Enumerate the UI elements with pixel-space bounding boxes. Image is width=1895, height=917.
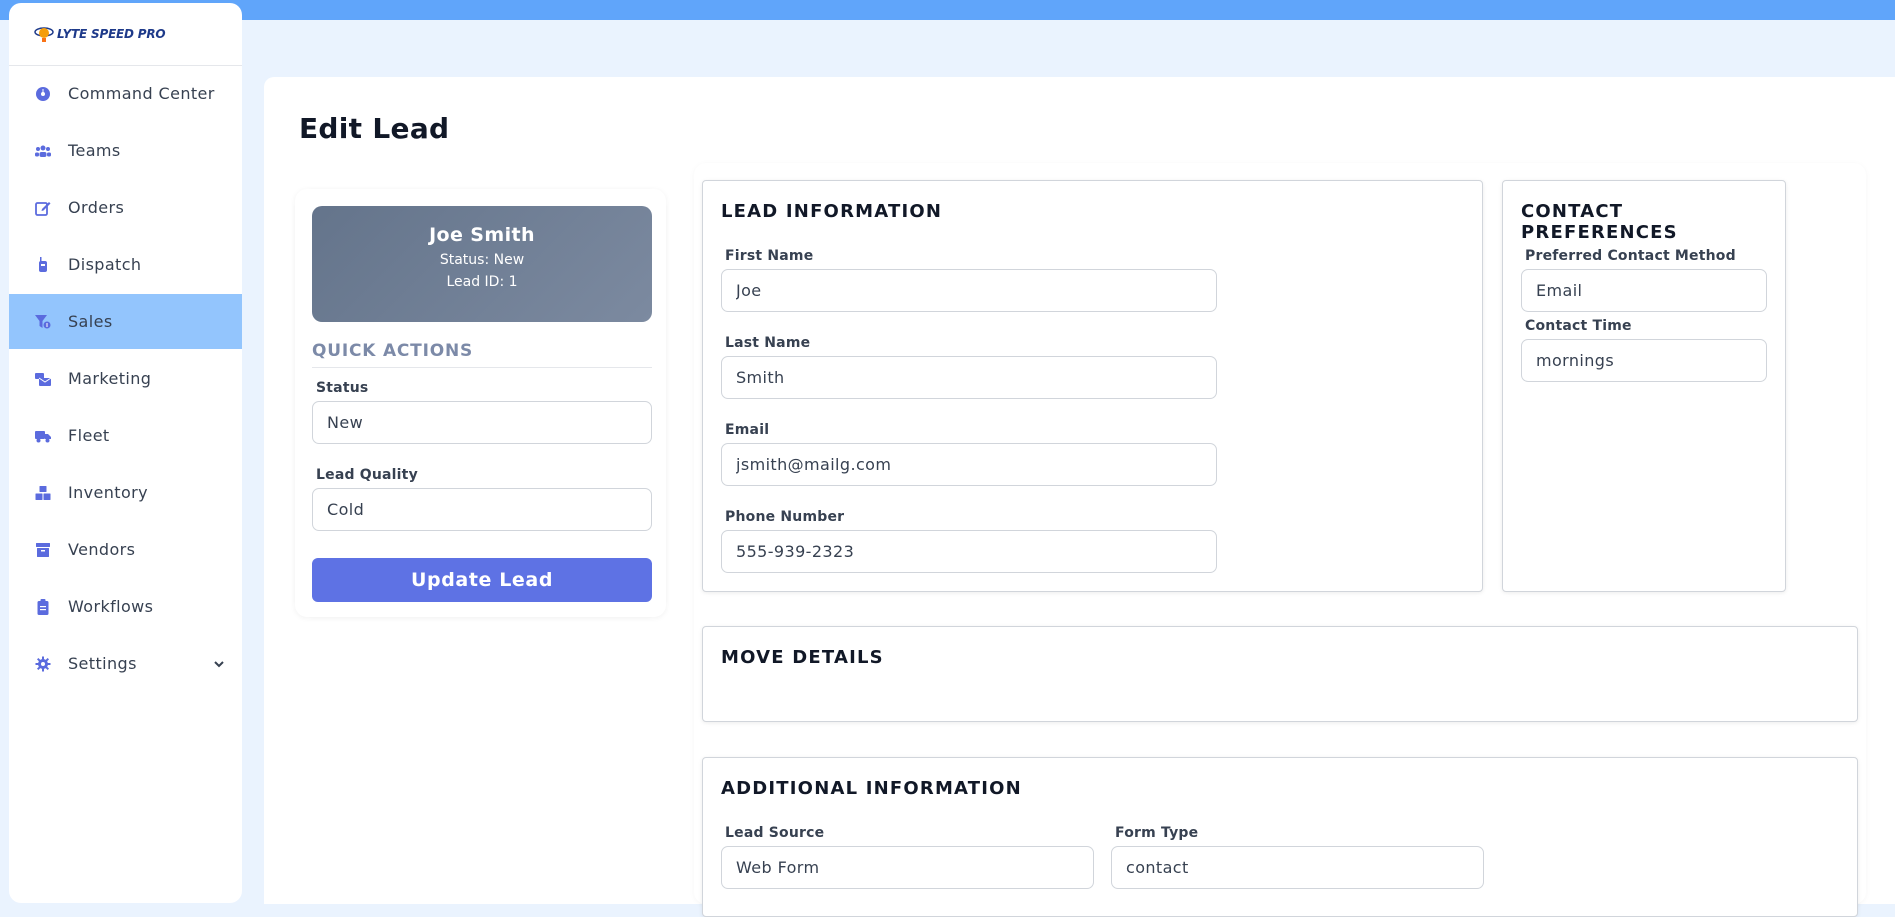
first-name-group: First Name (721, 248, 1217, 312)
contact-preferences-title: CONTACT PREFERENCES (1521, 201, 1678, 243)
last-name-field[interactable] (721, 356, 1217, 399)
lead-quality-label: Lead Quality (316, 467, 418, 483)
contact-method-label: Preferred Contact Method (1525, 248, 1736, 264)
contact-method-group: Preferred Contact Method (1521, 248, 1767, 312)
form-type-group: Form Type (1111, 825, 1484, 889)
lead-id-line: Lead ID: 1 (446, 274, 518, 290)
truck-icon (34, 427, 52, 445)
lead-status-line: Status: New (439, 252, 525, 268)
sidebar: LYTE SPEED PRO Command Center Teams Orde… (9, 3, 242, 903)
sidebar-item-label: Workflows (68, 597, 154, 616)
brand-name: LYTE SPEED PRO (57, 27, 166, 41)
email-label: Email (725, 422, 770, 438)
first-name-label: First Name (725, 248, 814, 264)
sidebar-item-fleet[interactable]: Fleet (9, 408, 242, 463)
move-details-section: MOVE DETAILS (702, 626, 1858, 722)
status-field[interactable] (312, 401, 652, 444)
phone-field[interactable] (721, 530, 1217, 573)
gear-icon (34, 655, 52, 673)
sidebar-nav: Command Center Teams Orders Dispatch Sal… (9, 66, 242, 691)
sidebar-item-command-center[interactable]: Command Center (9, 66, 242, 121)
quick-actions-title: QUICK ACTIONS (312, 341, 652, 368)
sidebar-item-label: Dispatch (68, 255, 142, 274)
boxes-icon (34, 484, 52, 502)
sidebar-item-settings[interactable]: Settings (9, 636, 242, 691)
contact-time-field[interactable] (1521, 339, 1767, 382)
users-icon (34, 142, 52, 160)
lead-information-title: LEAD INFORMATION (721, 201, 943, 222)
last-name-group: Last Name (721, 335, 1217, 399)
lead-information-section: LEAD INFORMATION First Name Last Name Em… (702, 180, 1483, 592)
mail-bulk-icon (34, 370, 52, 388)
move-details-title: MOVE DETAILS (721, 647, 884, 668)
lead-quality-field-group: Lead Quality (312, 467, 652, 531)
additional-information-section: ADDITIONAL INFORMATION Lead Source Form … (702, 757, 1858, 917)
status-field-group: Status (312, 380, 652, 444)
sidebar-item-teams[interactable]: Teams (9, 123, 242, 178)
walkie-talkie-icon (34, 256, 52, 274)
sidebar-item-dispatch[interactable]: Dispatch (9, 237, 242, 292)
lead-quality-field[interactable] (312, 488, 652, 531)
sidebar-item-label: Vendors (68, 540, 136, 559)
lead-source-group: Lead Source (721, 825, 1094, 889)
logo-area: LYTE SPEED PRO (9, 3, 242, 66)
sidebar-item-label: Settings (68, 654, 137, 673)
phone-group: Phone Number (721, 509, 1217, 573)
contact-time-group: Contact Time (1521, 318, 1767, 382)
brand-logo[interactable]: LYTE SPEED PRO (33, 23, 166, 45)
sidebar-item-label: Inventory (68, 483, 149, 502)
sidebar-item-sales[interactable]: Sales (9, 294, 242, 349)
sidebar-item-workflows[interactable]: Workflows (9, 579, 242, 634)
lead-name: Joe Smith (429, 224, 535, 246)
last-name-label: Last Name (725, 335, 811, 351)
lead-summary-panel: Joe Smith Status: New Lead ID: 1 QUICK A… (295, 189, 666, 617)
contact-time-label: Contact Time (1525, 318, 1632, 334)
contact-method-field[interactable] (1521, 269, 1767, 312)
lead-details-panel: LEAD INFORMATION First Name Last Name Em… (694, 163, 1866, 917)
gauge-icon (34, 85, 52, 103)
form-type-field[interactable] (1111, 846, 1484, 889)
lead-source-label: Lead Source (725, 825, 825, 841)
lead-profile-card: Joe Smith Status: New Lead ID: 1 (312, 206, 652, 322)
update-lead-button[interactable]: Update Lead (312, 558, 652, 602)
email-field[interactable] (721, 443, 1217, 486)
sidebar-item-marketing[interactable]: Marketing (9, 351, 242, 406)
additional-information-title: ADDITIONAL INFORMATION (721, 778, 1022, 799)
sidebar-item-orders[interactable]: Orders (9, 180, 242, 235)
email-group: Email (721, 422, 1217, 486)
page-title: Edit Lead (299, 112, 450, 145)
form-type-label: Form Type (1115, 825, 1199, 841)
main-content: Edit Lead Joe Smith Status: New Lead ID:… (264, 77, 1895, 917)
first-name-field[interactable] (721, 269, 1217, 312)
phone-label: Phone Number (725, 509, 845, 525)
sidebar-item-label: Command Center (68, 84, 215, 103)
sidebar-item-vendors[interactable]: Vendors (9, 522, 242, 577)
sidebar-item-label: Orders (68, 198, 125, 217)
clipboard-icon (34, 598, 52, 616)
bulb-logo-icon (34, 27, 54, 42)
sidebar-item-label: Marketing (68, 369, 152, 388)
edit-icon (34, 199, 52, 217)
sidebar-item-label: Fleet (68, 426, 110, 445)
sidebar-item-label: Sales (68, 312, 113, 331)
sidebar-item-inventory[interactable]: Inventory (9, 465, 242, 520)
funnel-dollar-icon (34, 313, 52, 331)
chevron-down-icon[interactable] (212, 656, 226, 675)
top-bar (0, 0, 1895, 20)
lead-source-field[interactable] (721, 846, 1094, 889)
archive-icon (34, 541, 52, 559)
status-label: Status (316, 380, 369, 396)
contact-preferences-section: CONTACT PREFERENCES Preferred Contact Me… (1502, 180, 1786, 592)
sidebar-item-label: Teams (68, 141, 121, 160)
